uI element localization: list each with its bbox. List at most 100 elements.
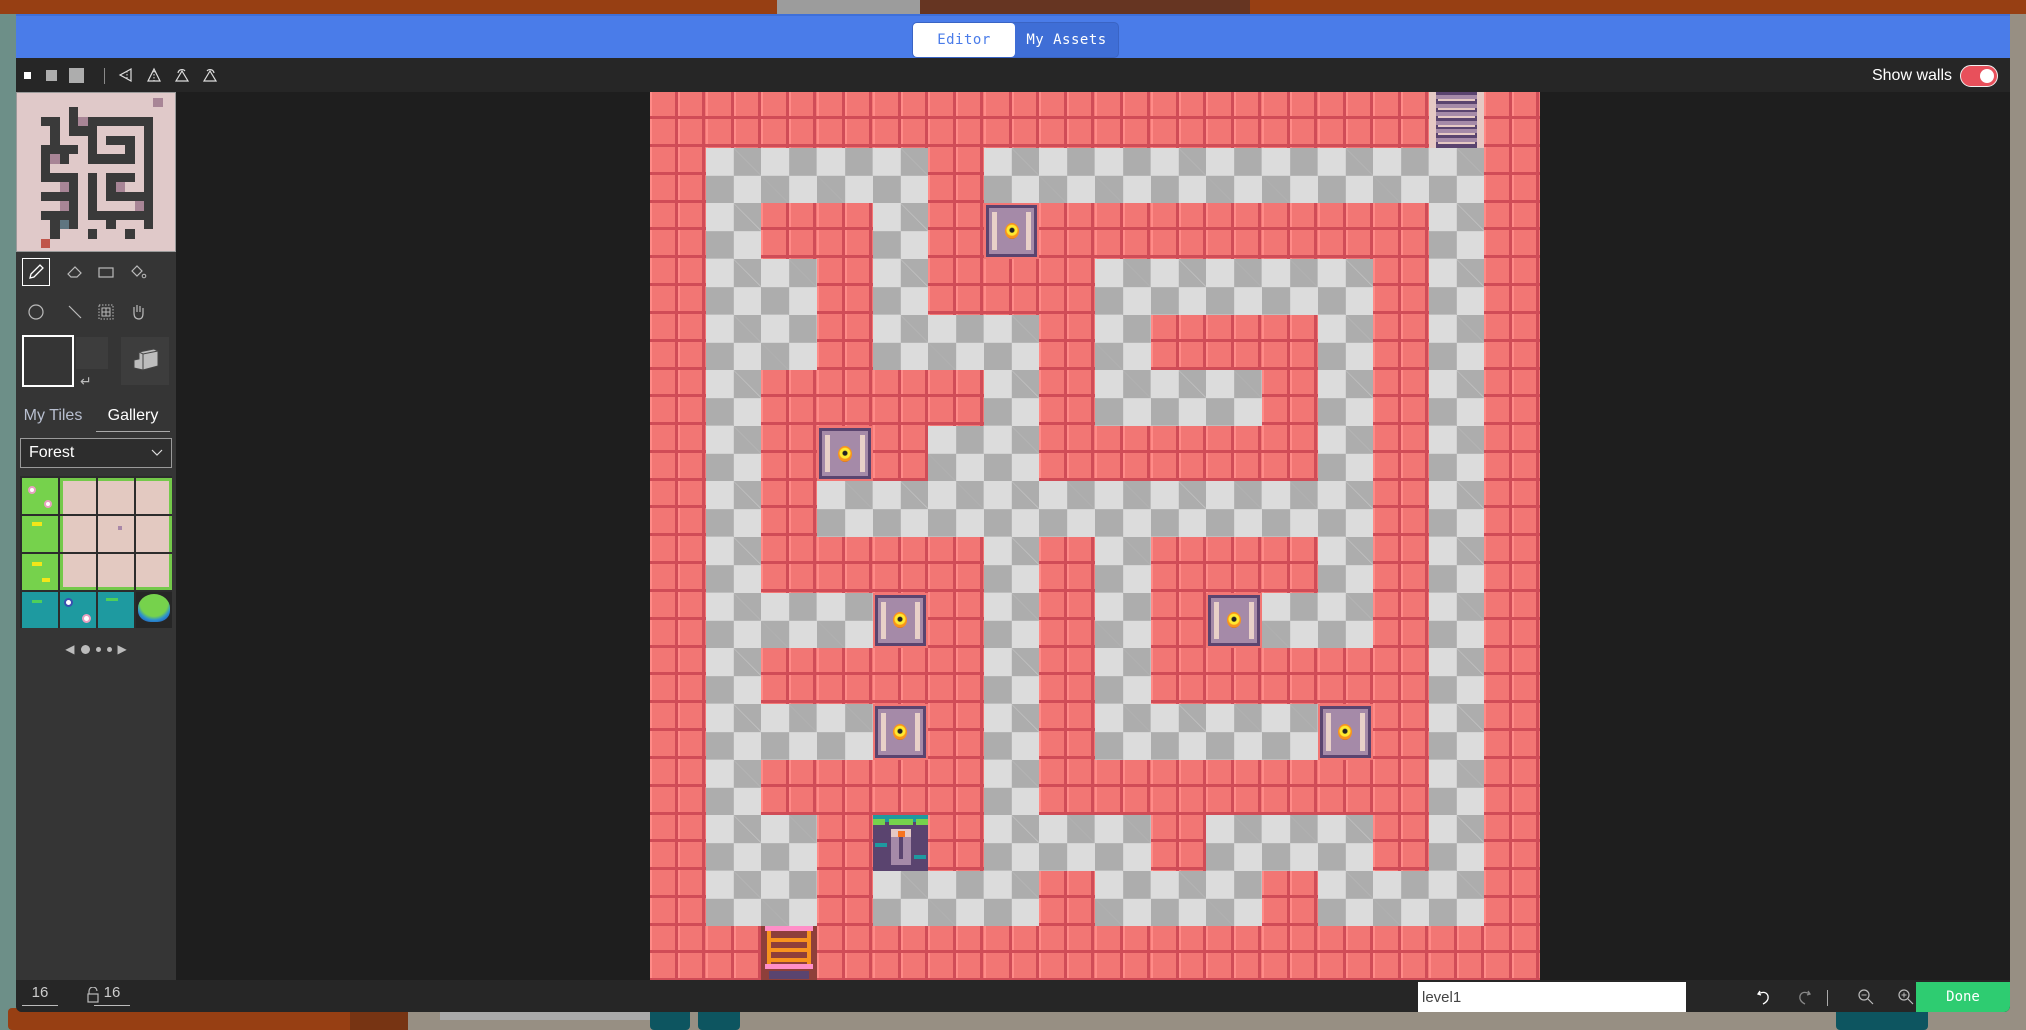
floor-tile[interactable] xyxy=(761,815,817,871)
tile-grass-yellow-2[interactable] xyxy=(22,554,58,590)
wall-tile[interactable] xyxy=(650,203,706,259)
wall-tile[interactable] xyxy=(928,815,984,871)
wall-tile[interactable] xyxy=(1317,648,1374,704)
wall-tile[interactable] xyxy=(1150,203,1207,259)
zoom-in-icon[interactable] xyxy=(1895,986,1917,1008)
wall-tile[interactable] xyxy=(928,258,984,315)
tile-bush[interactable] xyxy=(136,592,172,628)
wall-tile[interactable] xyxy=(705,926,762,982)
flip-vertical-icon[interactable] xyxy=(146,67,162,83)
primary-color-swatch[interactable] xyxy=(22,335,74,387)
wall-tile[interactable] xyxy=(872,759,929,816)
floor-tile[interactable] xyxy=(928,314,984,371)
floor-tile[interactable] xyxy=(1150,258,1207,315)
wall-tile[interactable] xyxy=(816,537,873,593)
tile-path-bottom-left[interactable] xyxy=(60,554,96,590)
wall-tile[interactable] xyxy=(1373,592,1429,649)
wall-tile[interactable] xyxy=(1039,258,1095,315)
floor-tile[interactable] xyxy=(1095,370,1151,426)
wall-tile[interactable] xyxy=(1261,425,1318,482)
floor-tile[interactable] xyxy=(1261,147,1318,204)
hand-tool[interactable] xyxy=(124,298,152,326)
wall-tile[interactable] xyxy=(1039,370,1095,426)
floor-tile[interactable] xyxy=(1317,258,1374,315)
floor-tile[interactable] xyxy=(1428,592,1485,649)
wall-tile[interactable] xyxy=(928,759,984,816)
floor-tile[interactable] xyxy=(872,870,929,927)
floor-tile[interactable] xyxy=(1206,370,1262,426)
wall-tile[interactable] xyxy=(650,703,706,760)
floor-tile[interactable] xyxy=(983,592,1040,649)
wall-tile[interactable] xyxy=(1039,92,1095,148)
wall-tile[interactable] xyxy=(1261,926,1318,982)
minimap[interactable] xyxy=(16,92,176,252)
wall-tile[interactable] xyxy=(816,203,873,259)
wall-tile[interactable] xyxy=(1484,425,1540,482)
wall-tile[interactable] xyxy=(650,648,706,704)
wall-tile[interactable] xyxy=(928,92,984,148)
eraser-tool[interactable] xyxy=(61,258,89,286)
tab-my-assets[interactable]: My Assets xyxy=(1015,23,1118,57)
floor-tile[interactable] xyxy=(1206,258,1262,315)
wall-tile[interactable] xyxy=(650,147,706,204)
map-width-field[interactable]: 16 xyxy=(22,984,58,1006)
wall-tile[interactable] xyxy=(1373,203,1429,259)
floor-tile[interactable] xyxy=(928,425,984,482)
wall-tile[interactable] xyxy=(1373,815,1429,871)
floor-tile[interactable] xyxy=(983,648,1040,704)
show-walls-toggle[interactable] xyxy=(1960,65,1998,87)
page-dot[interactable] xyxy=(95,646,101,652)
wall-tile[interactable] xyxy=(1039,926,1095,982)
wall-tile[interactable] xyxy=(705,92,762,148)
wall-tile[interactable] xyxy=(928,648,984,704)
level-name-input[interactable] xyxy=(1418,982,1686,1012)
floor-tile[interactable] xyxy=(761,703,817,760)
wall-tile[interactable] xyxy=(1317,926,1374,982)
floor-tile[interactable] xyxy=(928,481,984,537)
wall-tile[interactable] xyxy=(1261,648,1318,704)
floor-tile[interactable] xyxy=(816,481,873,537)
swap-colors-icon[interactable]: ↵ xyxy=(80,373,92,390)
wall-tile[interactable] xyxy=(1261,203,1318,259)
floor-tile[interactable] xyxy=(1261,703,1318,760)
floor-tile[interactable] xyxy=(1150,147,1207,204)
floor-tile[interactable] xyxy=(1317,592,1374,649)
floor-tile[interactable] xyxy=(872,481,929,537)
map-height-field[interactable]: 16 xyxy=(94,984,130,1006)
wall-tile[interactable] xyxy=(650,870,706,927)
next-page-icon[interactable]: ▶ xyxy=(118,642,127,656)
wall-tile[interactable] xyxy=(1484,258,1540,315)
chest-object[interactable] xyxy=(872,592,929,649)
wall-tile[interactable] xyxy=(983,926,1040,982)
floor-tile[interactable] xyxy=(1095,481,1151,537)
floor-tile[interactable] xyxy=(1039,147,1095,204)
floor-tile[interactable] xyxy=(983,759,1040,816)
wall-tile[interactable] xyxy=(761,648,817,704)
wall-tile[interactable] xyxy=(1484,926,1540,982)
wall-tile[interactable] xyxy=(1150,314,1207,371)
wall-tile[interactable] xyxy=(816,314,873,371)
floor-tile[interactable] xyxy=(1317,147,1374,204)
wall-tile[interactable] xyxy=(1317,203,1374,259)
wall-tile[interactable] xyxy=(1261,92,1318,148)
floor-tile[interactable] xyxy=(1150,703,1207,760)
floor-tile[interactable] xyxy=(1317,815,1374,871)
floor-tile[interactable] xyxy=(1150,481,1207,537)
small-brush-icon[interactable] xyxy=(24,72,31,79)
wall-tile[interactable] xyxy=(1261,537,1318,593)
floor-tile[interactable] xyxy=(983,481,1040,537)
floor-tile[interactable] xyxy=(983,314,1040,371)
chest-object[interactable] xyxy=(1317,703,1374,760)
wall-tile[interactable] xyxy=(1150,425,1207,482)
wall-tile[interactable] xyxy=(1484,481,1540,537)
floor-tile[interactable] xyxy=(761,592,817,649)
rotate-ccw-icon[interactable] xyxy=(174,67,190,83)
wall-tile[interactable] xyxy=(816,370,873,426)
wall-tile[interactable] xyxy=(650,759,706,816)
floor-tile[interactable] xyxy=(1317,870,1374,927)
wall-tile[interactable] xyxy=(816,258,873,315)
floor-tile[interactable] xyxy=(1095,870,1151,927)
floor-tile[interactable] xyxy=(1428,648,1485,704)
wall-tile[interactable] xyxy=(650,92,706,148)
floor-tile[interactable] xyxy=(1039,815,1095,871)
